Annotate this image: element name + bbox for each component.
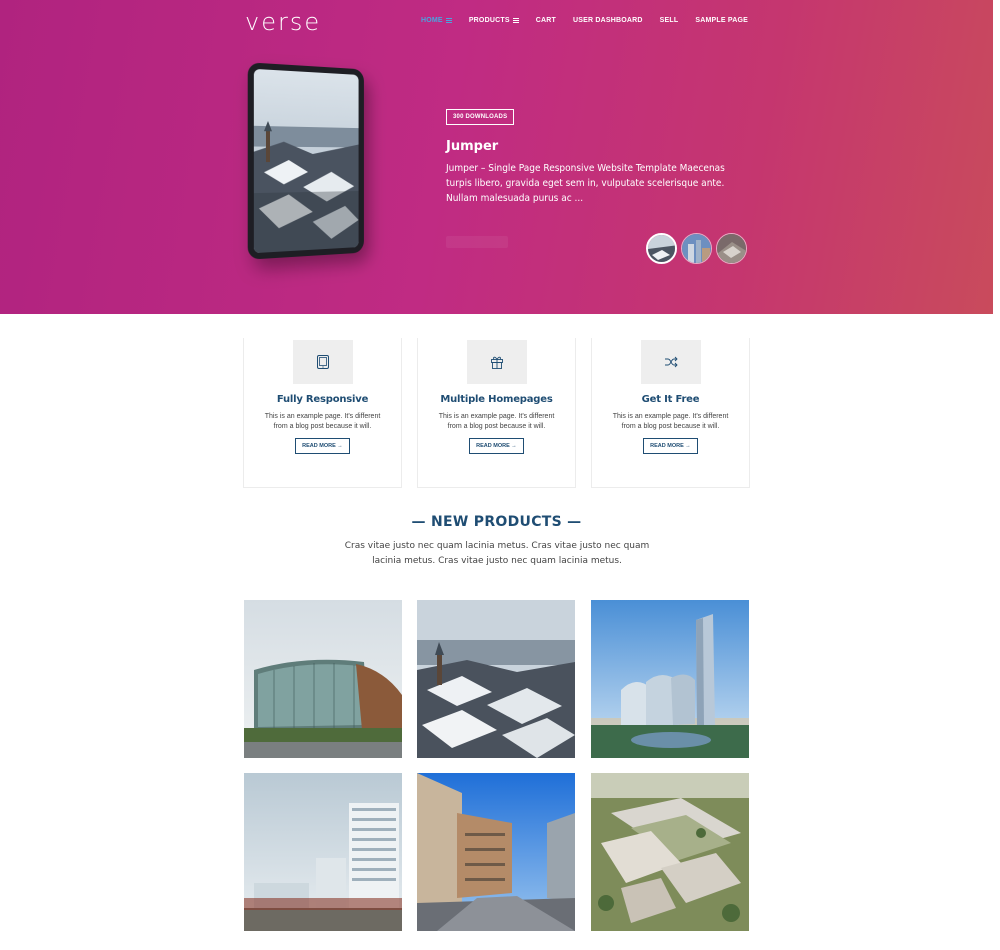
product-tile[interactable] (244, 773, 402, 931)
feature-text: This is an example page. It's different … (259, 412, 387, 432)
tablet-icon (315, 354, 331, 370)
feature-icon-box (293, 340, 353, 384)
hero-cta-button[interactable] (446, 236, 508, 248)
product-tile[interactable] (244, 600, 402, 758)
read-more-button[interactable]: READ MORE → (469, 438, 524, 454)
hero-description: Jumper – Single Page Responsive Website … (446, 161, 746, 206)
feature-title: Fully Responsive (244, 394, 401, 405)
nav-item-user-dashboard[interactable]: USER DASHBOARD (573, 17, 643, 24)
shuffle-icon (663, 354, 679, 370)
nav-label: USER DASHBOARD (573, 17, 643, 24)
menu-icon (446, 18, 452, 23)
nav-label: CART (536, 17, 556, 24)
feature-title: Multiple Homepages (418, 394, 575, 405)
product-tile[interactable] (591, 600, 749, 758)
read-more-button[interactable]: READ MORE → (643, 438, 698, 454)
product-tile[interactable] (417, 773, 575, 931)
gift-icon (489, 354, 505, 370)
slide-thumb-1[interactable] (646, 233, 677, 264)
nav-label: SELL (660, 17, 679, 24)
main-nav: HOME PRODUCTS CART USER DASHBOARD SELL S… (421, 17, 765, 24)
feature-title: Get It Free (592, 394, 749, 405)
read-more-button[interactable]: READ MORE → (295, 438, 350, 454)
nav-item-cart[interactable]: CART (536, 17, 556, 24)
feature-card-free: Get It Free This is an example page. It'… (591, 338, 750, 488)
nav-item-sell[interactable]: SELL (660, 17, 679, 24)
nav-label: HOME (421, 17, 443, 24)
nav-item-home[interactable]: HOME (421, 17, 452, 24)
tablet-mockup (248, 62, 364, 259)
tablet-screen-image (254, 69, 359, 253)
nav-item-sample-page[interactable]: SAMPLE PAGE (695, 17, 748, 24)
new-products-subtitle: Cras vitae justo nec quam lacinia metus.… (340, 539, 654, 569)
nav-label: PRODUCTS (469, 17, 510, 24)
product-tile[interactable] (417, 600, 575, 758)
slider-thumbnails (646, 233, 747, 264)
feature-text: This is an example page. It's different … (607, 412, 735, 432)
new-products-title: — NEW PRODUCTS — (0, 514, 993, 530)
slide-thumb-3[interactable] (716, 233, 747, 264)
hero-title[interactable]: Jumper (446, 139, 498, 154)
feature-card-homepages: Multiple Homepages This is an example pa… (417, 338, 576, 488)
feature-card-responsive: Fully Responsive This is an example page… (243, 338, 402, 488)
nav-item-products[interactable]: PRODUCTS (469, 17, 519, 24)
downloads-badge: 300 DOWNLOADS (446, 109, 514, 125)
feature-text: This is an example page. It's different … (433, 412, 561, 432)
feature-icon-box (467, 340, 527, 384)
nav-label: SAMPLE PAGE (695, 17, 748, 24)
slide-thumb-2[interactable] (681, 233, 712, 264)
menu-icon (513, 18, 519, 23)
feature-icon-box (641, 340, 701, 384)
hero-section: verse HOME PRODUCTS CART USER DASHBOARD … (0, 0, 993, 314)
product-tile[interactable] (591, 773, 749, 931)
site-logo[interactable]: verse (245, 8, 321, 36)
